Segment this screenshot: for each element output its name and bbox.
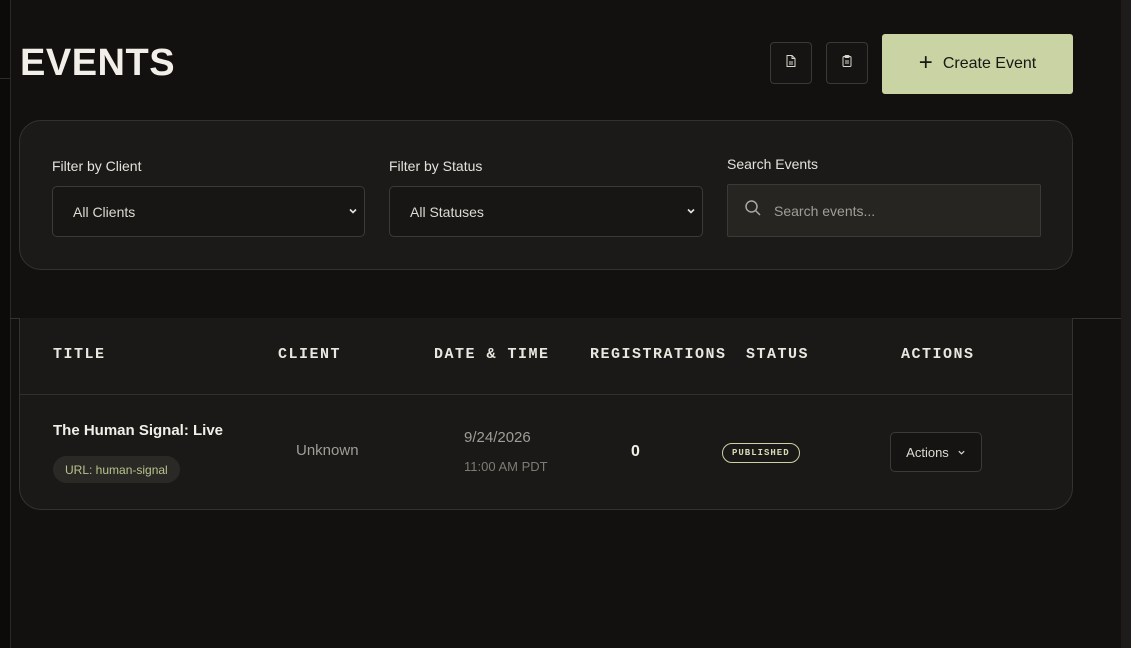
create-event-label: Create Event (942, 55, 1037, 72)
event-client: Unknown (296, 442, 359, 459)
events-table: TITLE CLIENT DATE & TIME REGISTRATIONS S… (19, 318, 1073, 510)
search-field[interactable] (727, 184, 1041, 237)
page-title: EVENTS (20, 42, 176, 84)
plus-icon: + (918, 49, 933, 76)
chevron-down-icon (687, 208, 695, 214)
event-time: 11:00 AM PDT (464, 459, 548, 474)
actions-label: Actions (906, 444, 949, 460)
column-header-title[interactable]: TITLE (53, 346, 106, 363)
filter-client-label: Filter by Client (52, 158, 142, 174)
client-select[interactable]: All Clients (52, 186, 365, 237)
table-header: TITLE CLIENT DATE & TIME REGISTRATIONS S… (20, 318, 1072, 395)
filter-panel: Filter by Client All Clients Filter by S… (19, 120, 1073, 270)
create-event-button[interactable]: + Create Event (882, 34, 1073, 94)
search-input[interactable] (772, 201, 1026, 220)
column-header-status[interactable]: STATUS (746, 346, 809, 363)
search-icon (744, 199, 762, 222)
chevron-down-icon (958, 450, 965, 455)
search-events-label: Search Events (727, 156, 819, 172)
status-select-value: All Statuses (410, 203, 484, 220)
events-page: EVENTS + Create Event Filter by Client A… (0, 0, 1131, 648)
event-date: 9/24/2026 (464, 429, 531, 446)
filter-status-label: Filter by Status (389, 158, 483, 174)
export-document-button[interactable] (770, 42, 812, 84)
sidebar-divider (0, 78, 10, 79)
document-icon (784, 54, 798, 73)
url-pill: URL: human-signal (53, 456, 180, 483)
column-header-actions: ACTIONS (901, 346, 975, 363)
status-badge: PUBLISHED (722, 443, 800, 463)
status-select[interactable]: All Statuses (389, 186, 703, 237)
column-header-client[interactable]: CLIENT (278, 346, 341, 363)
scrollbar-track[interactable] (1121, 0, 1131, 648)
registrations-count: 0 (631, 443, 640, 460)
actions-dropdown-button[interactable]: Actions (890, 432, 982, 472)
client-select-value: All Clients (73, 203, 136, 220)
column-header-registrations[interactable]: REGISTRATIONS (590, 346, 727, 363)
column-header-date-time[interactable]: DATE & TIME (434, 346, 550, 363)
clipboard-button[interactable] (826, 42, 868, 84)
event-title[interactable]: The Human Signal: Live (53, 422, 223, 439)
left-sidebar-edge (0, 0, 11, 648)
clipboard-icon (840, 54, 854, 73)
chevron-down-icon (349, 208, 357, 214)
